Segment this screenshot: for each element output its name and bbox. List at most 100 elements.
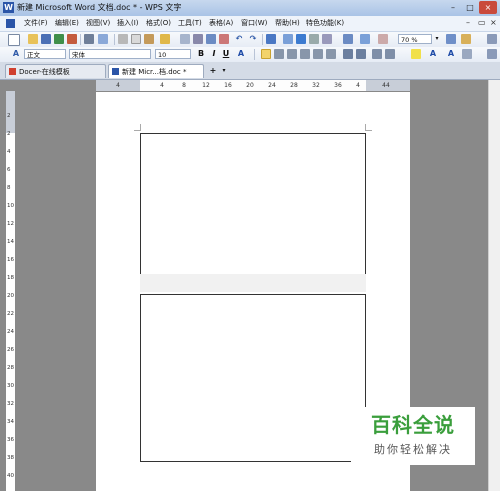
- cut-icon[interactable]: [118, 34, 128, 44]
- paste-icon[interactable]: [144, 34, 154, 44]
- text-box-frame[interactable]: [140, 294, 366, 462]
- reading-mode-icon[interactable]: [378, 34, 388, 44]
- menu-format[interactable]: 格式(O): [146, 18, 171, 29]
- docer-icon: [9, 68, 16, 75]
- hyperlink-icon[interactable]: [296, 34, 306, 44]
- document-map-icon[interactable]: [343, 34, 353, 44]
- styles-icon[interactable]: A: [11, 48, 21, 60]
- menu-window[interactable]: 窗口(W): [241, 18, 267, 29]
- insert-table-icon[interactable]: [266, 34, 276, 44]
- ruler-tick-label: 16: [7, 257, 14, 263]
- print-icon[interactable]: [84, 34, 94, 44]
- ruler-tick-label: 36: [334, 82, 342, 89]
- doc-menu-icon: [6, 19, 15, 28]
- horizontal-ruler[interactable]: 4 4 8 12 16 20 24 28 32 36 4 44: [96, 80, 410, 92]
- character-border-icon[interactable]: [462, 49, 472, 59]
- vertical-ruler[interactable]: 2 2 4 6 8 10 12 14 16 18 20 22 24 26 28 30 32 34 36 38 40: [6, 91, 16, 491]
- print-preview-icon[interactable]: [98, 34, 108, 44]
- page-break-gap: [140, 274, 366, 292]
- tab-menu-icon[interactable]: ▾: [219, 65, 229, 77]
- menu-file[interactable]: 文件(F): [24, 18, 48, 29]
- show-hide-icon[interactable]: [360, 34, 370, 44]
- zoom-select[interactable]: 70 %: [398, 34, 432, 44]
- menu-help[interactable]: 帮助(H): [275, 18, 300, 29]
- maximize-icon[interactable]: □: [462, 1, 478, 14]
- save-icon[interactable]: [41, 34, 51, 44]
- help-icon[interactable]: [446, 34, 456, 44]
- spellcheck-icon[interactable]: [206, 34, 216, 44]
- bullets-icon[interactable]: [356, 49, 366, 59]
- font-color-a-icon[interactable]: A: [428, 48, 438, 60]
- grow-font-icon[interactable]: A: [446, 48, 456, 60]
- align-left-icon[interactable]: [261, 49, 271, 59]
- drawing-icon[interactable]: [322, 34, 332, 44]
- tab-current-document[interactable]: 新建 Micr...档.doc *: [108, 64, 204, 78]
- tab-docer-templates[interactable]: Docer-在线模板: [5, 64, 106, 78]
- insert-picture-icon[interactable]: [283, 34, 293, 44]
- ruler-tick-label: 4: [116, 82, 120, 89]
- justify-icon[interactable]: [300, 49, 310, 59]
- copy-icon[interactable]: [131, 34, 141, 44]
- line-spacing-icon[interactable]: [326, 49, 336, 59]
- new-tab-button[interactable]: +: [208, 65, 218, 77]
- ruler-tick-label: 8: [7, 185, 11, 191]
- columns-icon[interactable]: [309, 34, 319, 44]
- new-icon[interactable]: [8, 34, 20, 46]
- margin-corner-mark: [134, 124, 141, 131]
- separator: [80, 34, 81, 45]
- menu-table[interactable]: 表格(A): [209, 18, 233, 29]
- watermark: 百科全说 助你轻松解决: [351, 407, 475, 465]
- replace-icon[interactable]: [193, 34, 203, 44]
- ruler-top-margin: [6, 91, 15, 133]
- toolbar-overflow-icon[interactable]: [487, 34, 497, 44]
- bold-button[interactable]: B: [196, 48, 206, 60]
- distribute-icon[interactable]: [313, 49, 323, 59]
- ruler-tick-label: 28: [290, 82, 298, 89]
- format-painter-icon[interactable]: [160, 34, 170, 44]
- ruler-tick-label: 24: [7, 329, 14, 335]
- underline-button[interactable]: U: [221, 48, 231, 60]
- text-box-frame[interactable]: [140, 133, 366, 275]
- ruler-tick-label: 38: [7, 455, 14, 461]
- track-icon[interactable]: [219, 34, 229, 44]
- ruler-tick-label: 36: [7, 437, 14, 443]
- separator: [262, 34, 263, 45]
- ruler-tick-label: 32: [7, 401, 14, 407]
- chevron-down-icon[interactable]: ▾: [432, 33, 442, 45]
- font-color-button[interactable]: A: [236, 48, 246, 60]
- font-size-select[interactable]: 10: [155, 49, 191, 59]
- ruler-tick-label: 14: [7, 239, 14, 245]
- title-bar: W 新建 Microsoft Word 文档.doc * - WPS 文字 – …: [0, 0, 500, 17]
- email-icon[interactable]: [54, 34, 64, 44]
- numbering-icon[interactable]: [343, 49, 353, 59]
- doc-restore-icon[interactable]: ▭: [478, 17, 486, 29]
- minimize-icon[interactable]: –: [445, 1, 461, 14]
- pdf-icon[interactable]: [67, 34, 77, 44]
- highlight-icon[interactable]: [411, 49, 421, 59]
- menu-tools[interactable]: 工具(T): [178, 18, 202, 29]
- doc-close-icon[interactable]: ×: [490, 17, 497, 29]
- style-select[interactable]: 正文: [24, 49, 66, 59]
- doc-minimize-icon[interactable]: –: [466, 17, 470, 29]
- menu-edit[interactable]: 编辑(E): [55, 18, 79, 29]
- toolbar-overflow-icon-2[interactable]: [487, 49, 497, 59]
- vertical-scrollbar[interactable]: [488, 80, 500, 491]
- menu-insert[interactable]: 插入(I): [117, 18, 139, 29]
- open-icon[interactable]: [28, 34, 38, 44]
- font-select[interactable]: 宋体: [69, 49, 151, 59]
- undo-icon[interactable]: ↶: [234, 33, 244, 45]
- menu-special[interactable]: 特色功能(K): [306, 18, 344, 29]
- increase-indent-icon[interactable]: [385, 49, 395, 59]
- watermark-title: 百科全说: [371, 413, 455, 437]
- italic-button[interactable]: I: [209, 48, 219, 60]
- close-icon[interactable]: ×: [479, 1, 497, 14]
- redo-icon[interactable]: ↷: [248, 33, 258, 45]
- options-icon[interactable]: [461, 34, 471, 44]
- align-center-icon[interactable]: [274, 49, 284, 59]
- menu-view[interactable]: 视图(V): [86, 18, 110, 29]
- ruler-tick-label: 28: [7, 365, 14, 371]
- separator: [114, 34, 115, 45]
- decrease-indent-icon[interactable]: [372, 49, 382, 59]
- align-right-icon[interactable]: [287, 49, 297, 59]
- find-icon[interactable]: [180, 34, 190, 44]
